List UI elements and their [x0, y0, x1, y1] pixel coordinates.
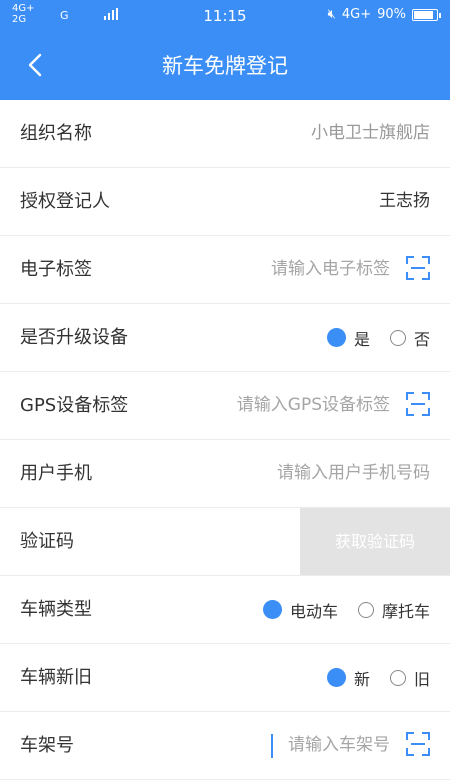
battery-percent: 90% [377, 7, 406, 22]
scan-icon[interactable] [406, 392, 430, 416]
network-indicator-right: 4G+ [341, 7, 372, 22]
org-name-value: 小电卫士旗舰店 [311, 123, 430, 143]
upgrade-device-radio-group: 是 否 [326, 304, 430, 371]
get-verify-code-button[interactable]: 获取验证码 [300, 508, 450, 575]
upgrade-device-label: 是否升级设备 [20, 327, 128, 348]
phone-label: 用户手机 [20, 463, 92, 484]
etag-label: 电子标签 [20, 259, 92, 280]
row-vehicle-type: 车辆类型 电动车 摩托车 [0, 576, 450, 644]
row-vehicle-condition: 车辆新旧 新 旧 [0, 644, 450, 712]
row-verify-code: 验证码 获取验证码 [0, 508, 450, 576]
radio-checked-icon [326, 668, 346, 687]
frame-no-label: 车架号 [20, 735, 74, 756]
battery-icon [412, 8, 441, 21]
verify-code-label: 验证码 [20, 531, 74, 552]
row-phone: 用户手机 请输入用户手机号码 [0, 440, 450, 508]
status-bar: 4G+ 2G G 11:15 🔇︎ 4G+ 90% [0, 0, 450, 32]
mute-icon: 🔇︎ [327, 7, 336, 22]
row-upgrade-device: 是否升级设备 是 否 [0, 304, 450, 372]
registrar-value: 王志扬 [379, 191, 430, 211]
row-frame-no: 车架号 请输入车架号 [0, 712, 450, 780]
vehicle-type-radio-group: 电动车 摩托车 [262, 576, 430, 643]
scan-icon[interactable] [406, 732, 430, 756]
status-right: 🔇︎ 4G+ 90% [327, 7, 441, 22]
org-name-label: 组织名称 [20, 123, 92, 144]
page-title: 新车免牌登记 [162, 54, 288, 78]
frame-no-input[interactable]: 请输入车架号 [288, 712, 390, 779]
gps-tag-label: GPS设备标签 [20, 395, 129, 416]
radio-checked-icon [326, 328, 346, 347]
radio-unchecked-icon [357, 601, 374, 618]
condition-new-radio[interactable]: 新 [326, 666, 370, 690]
radio-unchecked-icon [389, 329, 406, 346]
phone-input[interactable]: 请输入用户手机号码 [277, 440, 430, 507]
scan-icon[interactable] [406, 256, 430, 280]
gps-tag-input[interactable]: 请输入GPS设备标签 [237, 372, 390, 439]
registration-form: 组织名称 小电卫士旗舰店 授权登记人 王志扬 电子标签 请输入电子标签 是否升级… [0, 100, 450, 780]
row-etag: 电子标签 请输入电子标签 [0, 236, 450, 304]
row-gps-tag: GPS设备标签 请输入GPS设备标签 [0, 372, 450, 440]
registrar-label: 授权登记人 [20, 191, 110, 212]
row-org-name: 组织名称 小电卫士旗舰店 [0, 100, 450, 168]
vehicle-type-motorcycle-radio[interactable]: 摩托车 [357, 598, 430, 622]
vehicle-type-label: 车辆类型 [20, 599, 92, 620]
row-registrar: 授权登记人 王志扬 [0, 168, 450, 236]
vehicle-condition-label: 车辆新旧 [20, 667, 92, 688]
text-cursor [271, 734, 273, 758]
etag-input[interactable]: 请输入电子标签 [271, 236, 390, 303]
upgrade-no-radio[interactable]: 否 [389, 326, 430, 350]
upgrade-yes-radio[interactable]: 是 [326, 326, 370, 350]
radio-checked-icon [262, 600, 282, 619]
app-header: 4G+ 2G G 11:15 🔇︎ 4G+ 90% 新车免牌登记 [0, 0, 450, 100]
condition-old-radio[interactable]: 旧 [389, 666, 430, 690]
radio-unchecked-icon [389, 669, 406, 686]
vehicle-condition-radio-group: 新 旧 [326, 644, 430, 711]
vehicle-type-ebike-radio[interactable]: 电动车 [262, 598, 338, 622]
